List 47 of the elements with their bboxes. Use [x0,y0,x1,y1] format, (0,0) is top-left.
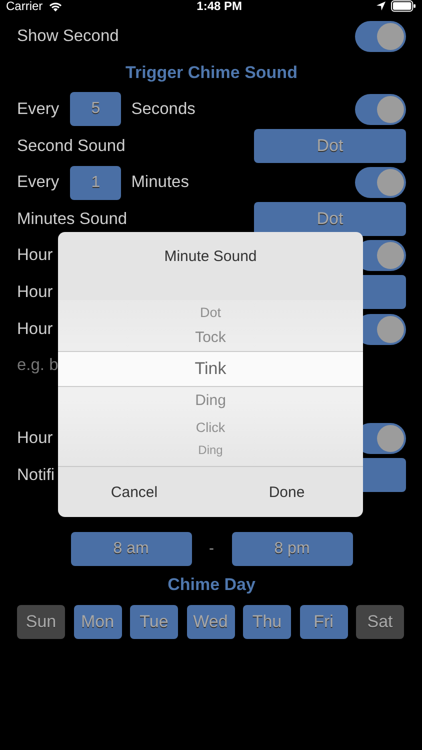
example-note: e.g. b [17,356,58,376]
setting-label: Minutes Sound [17,210,128,229]
start-time-button[interactable]: 8 am [70,532,192,566]
status-time: 1:48 PM [196,0,242,13]
setting-label: Every [17,100,60,119]
picker-option[interactable]: Tock [58,324,363,351]
setting-label: Hour [17,246,53,266]
toggle-switch[interactable] [355,94,406,125]
unit-label: Minutes [131,173,189,192]
setting-label: Every [17,173,60,192]
day-button[interactable]: Mon [74,604,122,639]
picker-wheel[interactable]: Dot Tock Tink Ding Click Ding [58,300,363,467]
dialog-button[interactable]: Cancel [58,467,210,517]
day-button[interactable]: Fri [300,604,348,639]
sound-select-button[interactable]: Dot [254,202,406,236]
dialog-button[interactable]: Done [210,467,363,517]
carrier-name: Carrier [6,0,43,13]
picker-option[interactable]: Tink [58,351,363,387]
setting-label: Hour [17,320,53,339]
picker-option[interactable]: Ding [58,441,363,459]
day-button[interactable]: Wed [186,604,234,639]
setting-label: Show Second [17,26,119,46]
location-arrow-icon [376,1,386,11]
number-field[interactable]: 1 [70,166,122,200]
setting-label: Second Sound [17,136,126,156]
toggle-switch[interactable] [355,20,406,52]
toggle-switch[interactable] [355,167,406,198]
setting-label: Notifi [17,466,55,485]
sound-select-button[interactable]: Dot [254,129,406,164]
battery-icon [391,0,416,12]
picker-option[interactable]: Ding [58,387,363,414]
setting-label: Hour [17,429,53,448]
day-button[interactable]: Sat [356,604,404,639]
day-button[interactable]: Sun [17,604,65,639]
end-time-button[interactable]: 8 pm [232,532,352,566]
section-heading: Chime Day [168,575,256,596]
day-button[interactable]: Tue [130,604,178,639]
number-field[interactable]: 5 [70,92,122,126]
range-separator: - [208,540,215,558]
unit-label: Seconds [131,100,196,119]
setting-label: Hour [17,282,53,302]
dialog-title: Minute Sound [163,247,258,267]
picker-option[interactable]: Dot [58,300,363,324]
day-button[interactable]: Thu [243,604,291,639]
wifi-icon [48,0,63,12]
picker-option[interactable]: Click [58,414,363,441]
section-heading: Trigger Chime Sound [126,62,298,83]
